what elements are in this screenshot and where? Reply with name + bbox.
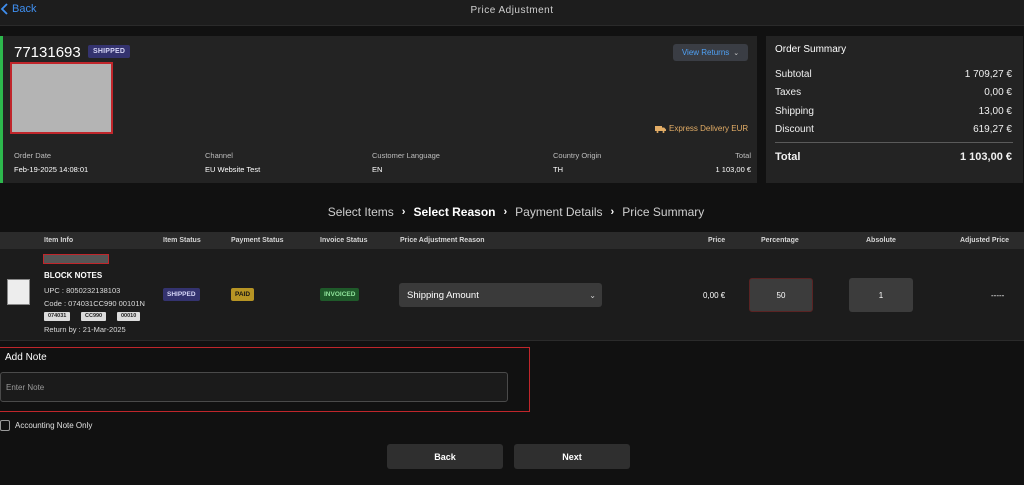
col-item-info: Item Info: [44, 237, 74, 244]
chevron-down-icon: ⌄: [733, 49, 740, 57]
col-invoice-status: Invoice Status: [320, 237, 368, 244]
meta-order-date: Order Date Feb-19-2025 14:08:01: [14, 151, 88, 174]
summary-row-taxes: Taxes 0,00 €: [775, 87, 1012, 98]
meta-country-origin: Country Origin TH: [553, 151, 601, 174]
summary-row-discount: Discount 619,27 €: [775, 124, 1012, 135]
col-item-status: Item Status: [163, 237, 201, 244]
step-separator-icon: ›: [401, 206, 406, 218]
item-thumbnail: [7, 279, 30, 305]
summary-row-shipping: Shipping 13,00 €: [775, 106, 1012, 117]
table-row: BLOCK NOTES UPC : 8050232138103 Code : 0…: [0, 249, 1024, 341]
adjusted-price: -----: [991, 291, 1005, 300]
step-payment-details[interactable]: Payment Details: [515, 205, 602, 219]
order-status-badge: SHIPPED: [88, 45, 131, 58]
summary-value: 619,27 €: [973, 124, 1012, 135]
item-name: BLOCK NOTES: [44, 271, 103, 280]
truck-icon: [655, 125, 666, 133]
summary-row-total: Total 1 103,00 €: [775, 151, 1012, 163]
item-code-chip: CC990: [81, 312, 107, 321]
table-header: Item Info Item Status Payment Status Inv…: [0, 232, 1024, 249]
summary-value: 13,00 €: [978, 106, 1012, 117]
item-status-badge: SHIPPED: [163, 288, 200, 301]
page-title: Price Adjustment: [470, 5, 554, 16]
summary-value: 0,00 €: [984, 87, 1012, 98]
item-return-by: Return by : 21-Mar-2025: [44, 325, 126, 334]
add-note-section: Add Note: [0, 347, 530, 412]
col-adjusted-price: Adjusted Price: [960, 237, 1010, 244]
product-image: [10, 62, 113, 134]
meta-value: EN: [372, 165, 383, 174]
summary-label: Subtotal: [775, 69, 812, 80]
order-meta: Order Date Feb-19-2025 14:08:01 Channel …: [14, 151, 751, 175]
next-button[interactable]: Next: [514, 444, 630, 469]
order-card: 77131693 SHIPPED View Returns ⌄ Express …: [0, 36, 757, 183]
summary-total-value: 1 103,00 €: [960, 151, 1012, 163]
view-returns-label: View Returns: [681, 48, 730, 57]
col-payment-status: Payment Status: [231, 237, 284, 244]
back-button[interactable]: Back: [387, 444, 503, 469]
order-id: 77131693: [14, 44, 81, 61]
note-input[interactable]: [0, 372, 508, 402]
col-reason: Price Adjustment Reason: [400, 237, 485, 244]
meta-total: Total 1 103,00 €: [716, 151, 751, 174]
absolute-input[interactable]: 1: [849, 278, 913, 312]
add-note-title: Add Note: [5, 352, 47, 363]
delivery-method-label: Express Delivery EUR: [669, 124, 749, 133]
reason-select-value: Shipping Amount: [407, 289, 479, 301]
redacted-field: [43, 254, 109, 264]
meta-value: 1 103,00 €: [715, 165, 751, 174]
order-summary-card: Order Summary Subtotal 1 709,27 € Taxes …: [766, 36, 1023, 183]
percentage-input[interactable]: 50: [749, 278, 813, 312]
step-separator-icon: ›: [503, 206, 508, 218]
step-select-reason[interactable]: Select Reason: [413, 205, 495, 219]
summary-label: Shipping: [775, 106, 814, 117]
step-separator-icon: ›: [610, 206, 615, 218]
item-upc: UPC : 8050232138103: [44, 286, 121, 295]
meta-label: Customer Language: [372, 151, 440, 160]
item-code-chip: 00010: [117, 312, 141, 321]
col-percentage: Percentage: [761, 237, 799, 244]
meta-label: Order Date: [14, 151, 52, 160]
delivery-method: Express Delivery EUR: [655, 124, 748, 133]
step-price-summary[interactable]: Price Summary: [622, 205, 704, 219]
meta-customer-language: Customer Language EN: [372, 151, 440, 174]
accounting-note-checkbox[interactable]: [0, 420, 10, 431]
accounting-note-option[interactable]: Accounting Note Only: [0, 420, 92, 431]
col-price: Price: [708, 237, 726, 244]
summary-label: Discount: [775, 124, 814, 135]
meta-value: Feb-19-2025 14:08:01: [14, 165, 89, 174]
item-code: Code : 074031CC990 00101N: [44, 299, 145, 308]
order-summary-title: Order Summary: [775, 44, 847, 55]
summary-row-subtotal: Subtotal 1 709,27 €: [775, 69, 1012, 80]
meta-channel: Channel EU Website Test: [205, 151, 260, 174]
top-bar: Back Price Adjustment: [0, 0, 1024, 26]
invoice-status-badge: INVOICED: [320, 288, 360, 301]
item-code-chip: 074031: [44, 312, 71, 321]
accounting-note-label: Accounting Note Only: [15, 421, 93, 430]
view-returns-button[interactable]: View Returns ⌄: [673, 44, 748, 61]
meta-label: Country Origin: [553, 151, 602, 160]
wizard-steps: Select Items › Select Reason › Payment D…: [0, 205, 1024, 219]
meta-label: Total: [735, 151, 751, 160]
reason-select[interactable]: Shipping Amount ⌄: [399, 283, 602, 307]
summary-divider: [775, 142, 1013, 143]
chevron-down-icon: ⌄: [589, 290, 596, 300]
payment-status-badge: PAID: [231, 288, 255, 301]
item-price: 0,00 €: [703, 291, 726, 300]
meta-value: EU Website Test: [205, 165, 261, 174]
summary-total-label: Total: [775, 151, 801, 163]
step-select-items[interactable]: Select Items: [328, 205, 394, 219]
summary-value: 1 709,27 €: [964, 69, 1012, 80]
meta-value: TH: [553, 165, 563, 174]
meta-label: Channel: [205, 151, 233, 160]
col-absolute: Absolute: [866, 237, 896, 244]
summary-label: Taxes: [775, 87, 802, 98]
